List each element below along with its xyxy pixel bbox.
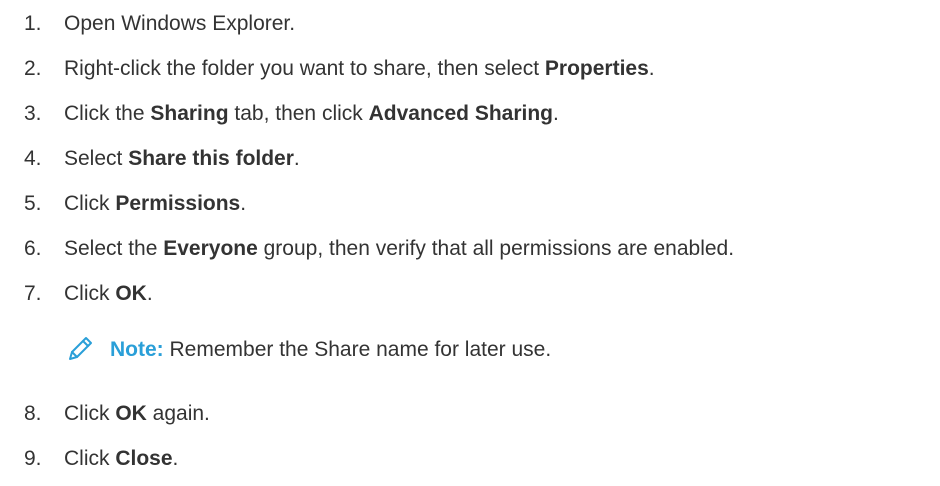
step-text: Select the Everyone group, then verify t…: [64, 234, 734, 264]
step-emphasis: OK: [115, 282, 147, 305]
step-text-segment: Select: [64, 147, 129, 170]
step-emphasis: Properties: [544, 57, 649, 80]
step-text-segment: Open Windows Explorer.: [64, 12, 296, 35]
note-body: Remember the Share name for later use.: [163, 338, 552, 361]
step-text: Open Windows Explorer.: [64, 9, 295, 39]
step-text-segment: Click: [64, 192, 116, 215]
step-item: 5. Click Permissions.: [0, 189, 940, 219]
note-text: Note: Remember the Share name for later …: [110, 335, 551, 365]
step-item: 4. Select Share this folder.: [0, 144, 940, 174]
step-item: 8. Click OK again.: [0, 399, 940, 429]
step-text: Click OK.: [64, 279, 153, 309]
step-text: Click Close.: [64, 444, 178, 474]
step-text-segment: .: [172, 447, 179, 470]
pencil-icon: [64, 333, 96, 365]
step-text: Click OK again.: [64, 399, 210, 429]
step-text: Right-click the folder you want to share…: [64, 54, 655, 84]
step-text-segment: group, then verify that all permissions …: [257, 237, 735, 260]
step-text-segment: Select the: [64, 237, 164, 260]
step-text-segment: .: [648, 57, 655, 80]
note-callout: Note: Remember the Share name for later …: [64, 333, 924, 373]
step-item: 7. Click OK.: [0, 279, 940, 309]
note-label: Note:: [110, 338, 164, 361]
step-emphasis: Permissions: [115, 192, 241, 215]
step-text-segment: Click: [64, 282, 116, 305]
step-number: 9.: [24, 447, 42, 470]
step-emphasis: Share this folder: [128, 147, 294, 170]
step-text-segment: Click: [64, 402, 116, 425]
step-text-segment: .: [240, 192, 247, 215]
step-emphasis: Everyone: [163, 237, 258, 260]
instructions-document: 1. Open Windows Explorer. 2. Right-click th…: [0, 0, 940, 486]
step-emphasis: OK: [115, 402, 147, 425]
step-emphasis: Advanced Sharing: [368, 102, 554, 125]
step-item: 1. Open Windows Explorer.: [0, 9, 940, 39]
step-text-segment: Right-click the folder you want to share…: [64, 57, 545, 80]
step-number: 7.: [24, 282, 42, 305]
step-number: 8.: [24, 402, 42, 425]
step-text-segment: Click the: [64, 102, 151, 125]
step-item: 9. Click Close.: [0, 444, 940, 474]
step-number: 6.: [24, 237, 42, 260]
step-text-segment: .: [293, 147, 300, 170]
step-number: 2.: [24, 57, 42, 80]
step-emphasis: Sharing: [150, 102, 229, 125]
step-item: 3. Click the Sharing tab, then click Adva…: [0, 99, 940, 129]
step-text-segment: Click: [64, 447, 116, 470]
step-text-segment: tab, then click: [228, 102, 369, 125]
step-text: Select Share this folder.: [64, 144, 300, 174]
step-number: 3.: [24, 102, 42, 125]
step-text-segment: .: [146, 282, 153, 305]
step-emphasis: Close: [115, 447, 173, 470]
step-text-segment: .: [553, 102, 559, 125]
step-item: 2. Right-click the folder you want to sha…: [0, 54, 940, 84]
step-number: 5.: [24, 192, 42, 215]
step-text: Click Permissions.: [64, 189, 246, 219]
step-number: 1.: [24, 12, 42, 35]
step-item: 6. Select the Everyone group, then verify…: [0, 234, 940, 264]
step-text-segment: again.: [146, 402, 210, 425]
step-number: 4.: [24, 147, 42, 170]
step-text: Click the Sharing tab, then click Advanc…: [64, 99, 559, 129]
